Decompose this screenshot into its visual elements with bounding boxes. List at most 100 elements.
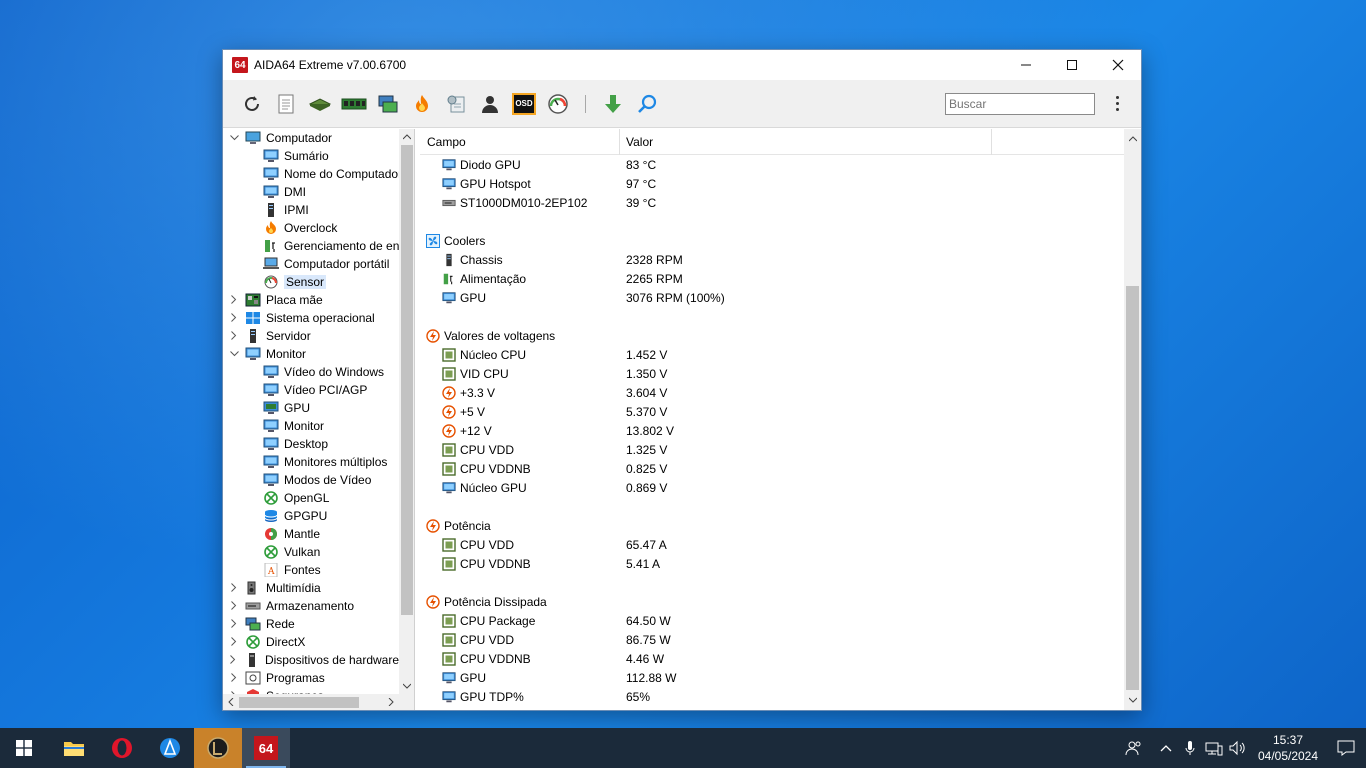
scroll-thumb[interactable] (401, 145, 413, 615)
collapsed-chevron-icon[interactable] (228, 654, 239, 666)
column-divider[interactable] (619, 129, 620, 155)
tree-item[interactable]: Sumário (223, 147, 399, 165)
tree-item[interactable]: GPU (223, 399, 399, 417)
sensor-row[interactable]: GPU Hotspot 97 °C (420, 174, 1123, 193)
sensor-row[interactable]: GPU 112.88 W (420, 668, 1123, 687)
tree-item[interactable]: Monitores múltiplos (223, 453, 399, 471)
memory-button[interactable] (337, 87, 371, 121)
collapsed-chevron-icon[interactable] (228, 672, 240, 684)
expanded-chevron-icon[interactable] (228, 349, 240, 359)
clock[interactable]: 15:37 04/05/2024 (1256, 732, 1320, 764)
opera-button[interactable] (98, 728, 146, 768)
panel-vertical-scrollbar[interactable] (1124, 129, 1141, 710)
tree-item[interactable]: Multimídia (223, 579, 399, 597)
sensor-row[interactable]: CPU VDDNB 5.41 A (420, 554, 1123, 573)
tree-item[interactable]: Sensor (223, 273, 399, 291)
notifications-button[interactable] (1326, 728, 1366, 768)
download-button[interactable] (596, 87, 630, 121)
collapsed-chevron-icon[interactable] (228, 294, 240, 306)
file-explorer-button[interactable] (50, 728, 98, 768)
scroll-up-icon[interactable] (399, 129, 414, 145)
scroll-thumb[interactable] (239, 697, 359, 708)
tree-item[interactable]: DirectX (223, 633, 399, 651)
sensor-group-row[interactable]: Valores de voltagens (420, 326, 1123, 345)
tree-item[interactable]: Overclock (223, 219, 399, 237)
scroll-right-icon[interactable] (383, 694, 399, 710)
tree-item[interactable]: Segurança (223, 687, 399, 694)
scroll-down-icon[interactable] (1124, 692, 1141, 708)
tree-item[interactable]: Rede (223, 615, 399, 633)
tree-item[interactable]: Computador (223, 129, 399, 147)
people-button[interactable] (1122, 728, 1146, 768)
tree-item[interactable]: Armazenamento (223, 597, 399, 615)
tree-item[interactable]: Vulkan (223, 543, 399, 561)
volume-button[interactable] (1226, 728, 1250, 768)
sensor-row[interactable]: Chassis 2328 RPM (420, 250, 1123, 269)
sensor-row[interactable]: Diodo GPU 83 °C (420, 155, 1123, 174)
start-button[interactable] (0, 728, 48, 768)
scroll-down-icon[interactable] (399, 678, 414, 694)
report-button[interactable] (269, 87, 303, 121)
league-button[interactable] (194, 728, 242, 768)
tree-item[interactable]: Mantle (223, 525, 399, 543)
collapsed-chevron-icon[interactable] (228, 618, 240, 630)
sensor-row[interactable]: Núcleo GPU 0.869 V (420, 478, 1123, 497)
tree-item[interactable]: Servidor (223, 327, 399, 345)
sensor-row[interactable]: +5 V 5.370 V (420, 402, 1123, 421)
tree-item[interactable]: Dispositivos de hardware (223, 651, 399, 669)
sensor-row[interactable]: Núcleo CPU 1.452 V (420, 345, 1123, 364)
tree-vertical-scrollbar[interactable] (399, 129, 414, 694)
sensor-row[interactable]: VID CPU 1.350 V (420, 364, 1123, 383)
tree-item[interactable]: Vídeo do Windows (223, 363, 399, 381)
sensor-row[interactable]: CPU Package 64.50 W (420, 611, 1123, 630)
scroll-thumb[interactable] (1126, 286, 1139, 690)
maximize-button[interactable] (1049, 50, 1095, 80)
collapsed-chevron-icon[interactable] (228, 636, 240, 648)
benchmark-button[interactable] (439, 87, 473, 121)
sensor-row[interactable]: ST1000DM010-2EP102 39 °C (420, 193, 1123, 212)
sensor-group-row[interactable]: Potência (420, 516, 1123, 535)
tree-item[interactable]: Computador portátil (223, 255, 399, 273)
refresh-button[interactable] (235, 87, 269, 121)
tree-item[interactable]: Modos de Vídeo (223, 471, 399, 489)
network-tray-button[interactable] (1202, 728, 1226, 768)
sensor-row[interactable]: CPU VDD 1.325 V (420, 440, 1123, 459)
collapsed-chevron-icon[interactable] (228, 330, 240, 342)
show-hidden-icons-button[interactable] (1154, 728, 1178, 768)
osd-button[interactable]: OSD (507, 87, 541, 121)
motherboard-button[interactable] (303, 87, 337, 121)
sensor-row[interactable]: +12 V 13.802 V (420, 421, 1123, 440)
tree-item[interactable]: Programas (223, 669, 399, 687)
sensor-row[interactable]: CPU VDDNB 0.825 V (420, 459, 1123, 478)
tree-item[interactable]: Placa mãe (223, 291, 399, 309)
tree-item[interactable]: Nome do Computador (223, 165, 399, 183)
sensor-row[interactable]: GPU 3076 RPM (100%) (420, 288, 1123, 307)
collapsed-chevron-icon[interactable] (228, 582, 240, 594)
minimize-button[interactable] (1003, 50, 1049, 80)
sensor-row[interactable]: CPU VDD 86.75 W (420, 630, 1123, 649)
title-bar[interactable]: 64 AIDA64 Extreme v7.00.6700 (223, 50, 1141, 80)
sensor-row[interactable]: +3.3 V 3.604 V (420, 383, 1123, 402)
tree-item[interactable]: GPGPU (223, 507, 399, 525)
column-field[interactable]: Campo (427, 135, 466, 149)
tree-item[interactable]: OpenGL (223, 489, 399, 507)
tree-item[interactable]: A Fontes (223, 561, 399, 579)
sensor-gauge-button[interactable] (541, 87, 575, 121)
column-divider[interactable] (991, 129, 992, 155)
collapsed-chevron-icon[interactable] (228, 312, 240, 324)
tree-item[interactable]: Monitor (223, 417, 399, 435)
sensor-row[interactable]: GPU TDP% 65% (420, 687, 1123, 706)
tree-item[interactable]: Vídeo PCI/AGP (223, 381, 399, 399)
tree-item[interactable]: Desktop (223, 435, 399, 453)
collapsed-chevron-icon[interactable] (228, 600, 240, 612)
scroll-left-icon[interactable] (223, 694, 239, 710)
search-button[interactable] (630, 87, 664, 121)
app-blue-button[interactable] (146, 728, 194, 768)
tree-horizontal-scrollbar[interactable] (223, 694, 414, 710)
column-value[interactable]: Valor (626, 135, 653, 149)
network-button[interactable] (371, 87, 405, 121)
search-input[interactable] (945, 92, 1095, 115)
tree-item[interactable]: Monitor (223, 345, 399, 363)
sensor-row[interactable]: CPU VDDNB 4.46 W (420, 649, 1123, 668)
expanded-chevron-icon[interactable] (228, 133, 240, 143)
